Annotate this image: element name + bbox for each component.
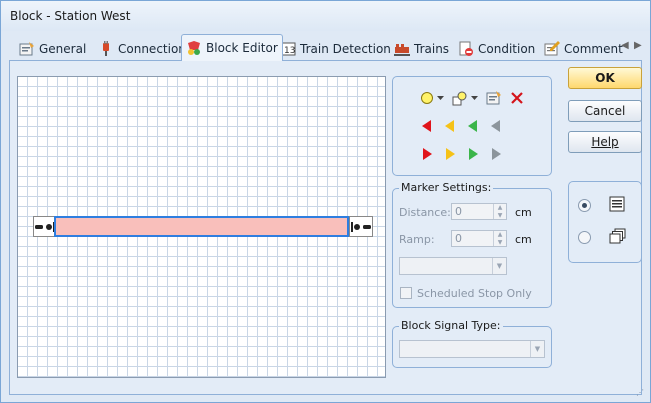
tab-scroll-left-icon[interactable]: ◀ — [621, 40, 629, 51]
ok-button[interactable]: OK — [568, 67, 642, 89]
block-end-connector[interactable] — [349, 216, 373, 237]
chevron-down-icon[interactable] — [435, 89, 445, 107]
trains-icon — [394, 41, 410, 57]
window-title: Block - Station West — [10, 9, 131, 23]
red-right-marker-button[interactable] — [418, 145, 436, 163]
distance-spin-arrows[interactable]: ▲ ▼ — [493, 204, 506, 219]
search-marker-button[interactable] — [451, 89, 469, 107]
yellow-left-marker-button[interactable] — [441, 117, 459, 135]
green-left-marker-button[interactable] — [464, 117, 482, 135]
condition-icon — [458, 41, 474, 57]
distance-spinner[interactable]: ▲▼ — [451, 203, 507, 220]
list-view-icon — [609, 196, 625, 215]
block-signal-title: Block Signal Type: — [399, 319, 503, 332]
delete-marker-button[interactable] — [508, 89, 526, 107]
tab-comment[interactable]: Comment — [540, 37, 627, 60]
block-editor-icon — [186, 40, 202, 56]
gray-left-marker-button[interactable] — [487, 117, 505, 135]
marker-properties-button[interactable] — [485, 89, 503, 107]
gray-right-marker-button[interactable] — [487, 145, 505, 163]
tab-scroll-right-icon[interactable]: ▶ — [634, 40, 642, 51]
chevron-down-icon[interactable]: ▼ — [492, 258, 506, 274]
tab-label: Train Detection — [300, 41, 391, 56]
red-left-marker-button[interactable] — [418, 117, 436, 135]
distance-label: Distance: — [399, 206, 451, 219]
stacked-view-icon — [609, 228, 626, 247]
tab-condition[interactable]: Condition — [454, 37, 539, 60]
resize-grip-icon[interactable]: ⋰ — [636, 389, 644, 397]
green-right-marker-button[interactable] — [464, 145, 482, 163]
title-bar: Block - Station West — [1, 1, 650, 31]
tab-general[interactable]: General — [15, 37, 90, 60]
svg-text:13: 13 — [284, 46, 295, 56]
ramp-spin-arrows[interactable]: ▲ ▼ — [493, 231, 506, 246]
tab-label: Condition — [478, 41, 536, 56]
tab-label: Connection — [118, 41, 186, 56]
stacked-view-radio[interactable] — [578, 231, 591, 244]
yellow-right-marker-button[interactable] — [441, 145, 459, 163]
ramp-unit: cm — [515, 233, 532, 246]
comment-icon — [544, 40, 560, 57]
tab-strip: General Connection Block Editor 13 Train… — [9, 34, 642, 61]
connection-icon — [98, 40, 114, 57]
tab-trains[interactable]: Trains — [390, 37, 453, 60]
marker-type-dropdown[interactable]: ▼ — [399, 257, 507, 275]
tab-label: General — [39, 41, 87, 56]
ramp-spinner[interactable]: ▲▼ — [451, 230, 507, 247]
tab-train-detection[interactable]: 13 Train Detection — [276, 37, 395, 60]
ramp-input[interactable] — [452, 231, 488, 246]
tab-label: Trains — [414, 41, 450, 56]
tab-label: Block Editor — [206, 41, 278, 55]
add-marker-button[interactable] — [418, 89, 436, 107]
scheduled-stop-label: Scheduled Stop Only — [417, 287, 532, 300]
marker-settings-title: Marker Settings: — [399, 181, 494, 194]
block-signal-dropdown[interactable]: ▼ — [399, 340, 545, 358]
chevron-down-icon[interactable] — [469, 89, 479, 107]
block-element[interactable] — [54, 216, 349, 237]
dialog-window: Block - Station West General Connection … — [0, 0, 651, 403]
tab-label: Comment — [564, 41, 623, 56]
view-mode-group — [568, 181, 642, 263]
tab-connection[interactable]: Connection — [94, 37, 190, 60]
tab-block-editor[interactable]: Block Editor — [181, 34, 283, 61]
ramp-label: Ramp: — [399, 233, 435, 246]
cancel-button[interactable]: Cancel — [568, 100, 642, 122]
scheduled-stop-checkbox[interactable] — [400, 287, 412, 299]
distance-unit: cm — [515, 206, 532, 219]
distance-input[interactable] — [452, 204, 488, 219]
list-view-radio[interactable] — [578, 199, 591, 212]
general-icon — [19, 41, 35, 57]
chevron-down-icon[interactable]: ▼ — [530, 341, 544, 357]
help-button[interactable]: Help — [568, 131, 642, 153]
